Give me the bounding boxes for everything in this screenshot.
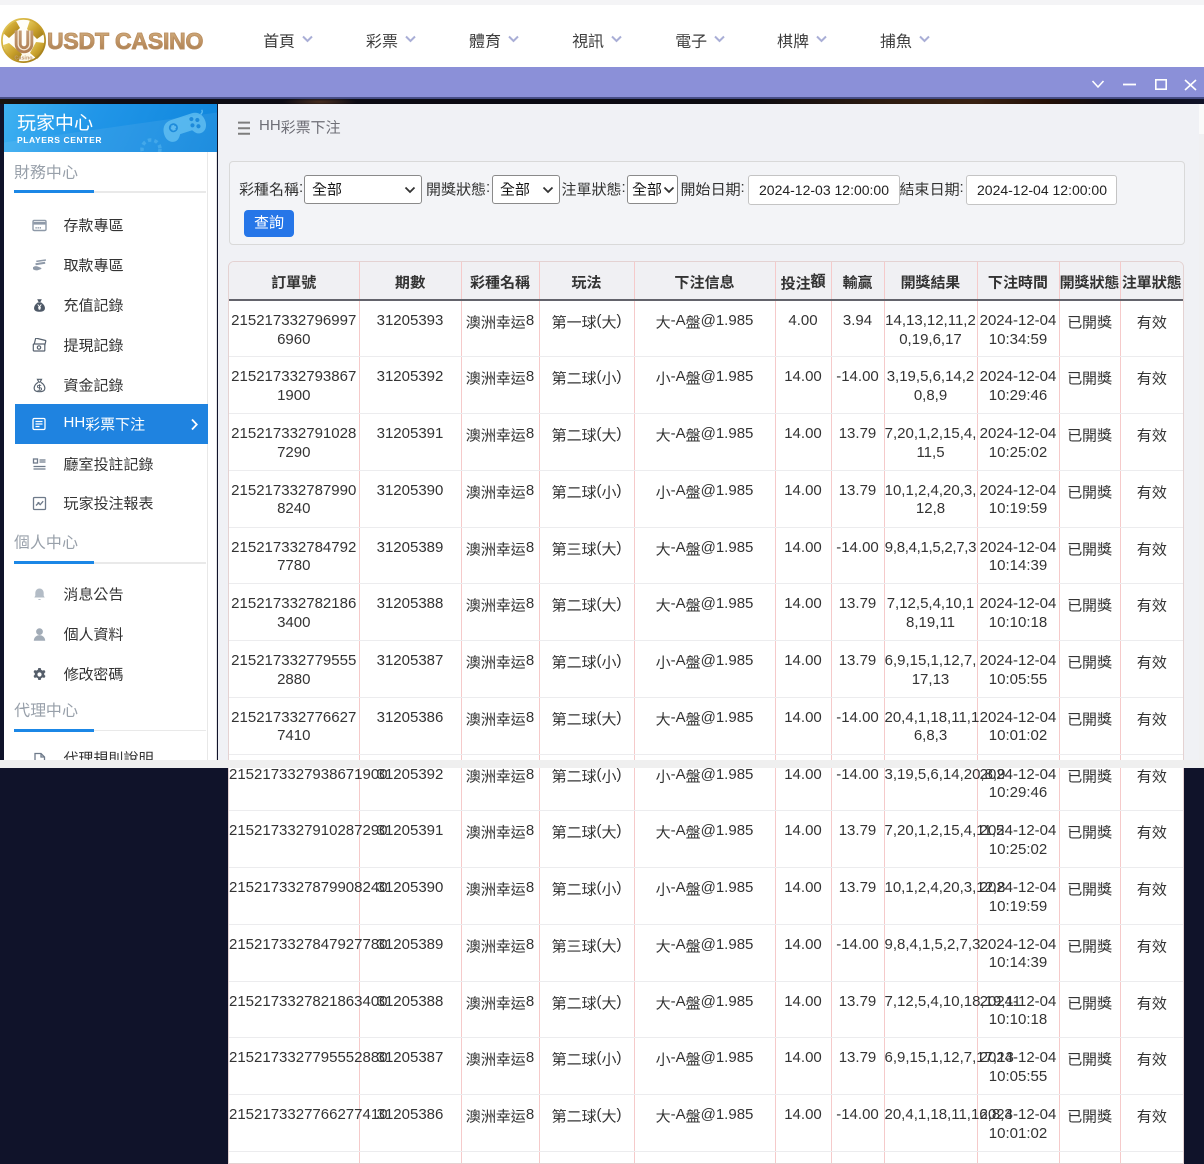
svg-text:Casino: Casino xyxy=(14,56,33,62)
